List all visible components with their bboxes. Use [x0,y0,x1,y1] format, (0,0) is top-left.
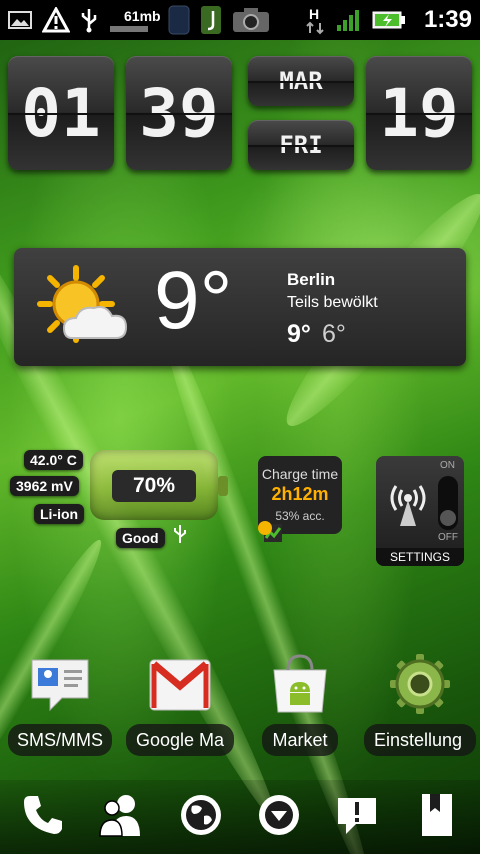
clock-weekday[interactable]: FRI [248,120,354,170]
messages-icon[interactable] [334,792,380,838]
status-bar[interactable]: 61mb H 1:39 [0,0,480,40]
phone-icon[interactable] [20,792,66,838]
sim-icon [168,5,190,35]
toggle-knob[interactable] [440,510,456,526]
clock-hour[interactable]: 01 [8,56,114,170]
memory-text: 61mb [124,8,161,24]
battery-percent: 70% [112,470,196,502]
app-icon [200,5,222,35]
camera-icon [232,5,270,35]
clock-month[interactable]: MAR [248,56,354,106]
toggle-on-label: ON [440,460,455,471]
toggle-switch[interactable] [438,476,458,530]
weather-high: 9° [287,320,311,348]
svg-text:H: H [309,6,319,22]
gallery-icon [8,5,32,35]
data-toggle-widget[interactable]: ON OFF SETTINGS [376,456,464,566]
dock [0,780,480,854]
partly-cloudy-icon [36,264,136,354]
network-h-icon: H [306,5,326,35]
weather-widget[interactable]: 9° Berlin Teils bewölkt 9° 6° [14,248,466,366]
wallpaper-blade [148,312,382,854]
market-icon[interactable] [268,652,332,716]
app-label-sms[interactable]: SMS/MMS [8,724,112,756]
status-time: 1:39 [423,6,472,33]
weather-condition: Teils bewölkt [287,294,378,311]
toggle-off-label: OFF [438,532,458,543]
clock-day[interactable]: 19 [366,56,472,170]
weather-temperature: 9° [154,255,233,346]
charge-time-label: Charge time [261,466,339,482]
clock-minute[interactable]: 39 [126,56,232,170]
gmail-icon[interactable] [148,652,212,716]
sms-icon[interactable] [28,652,92,716]
app-label-gmail[interactable]: Google Ma [126,724,234,756]
battery-health: Good [116,528,165,548]
battery-app-icon[interactable] [256,518,284,550]
bookmark-icon[interactable] [414,792,460,838]
charge-time-value: 2h12m [271,484,329,504]
antenna-icon [386,478,430,532]
contacts-icon[interactable] [98,792,144,838]
usb-icon [80,5,98,35]
usb-icon [172,524,188,548]
browser-icon[interactable] [178,792,224,838]
weather-low: 6° [322,320,346,348]
status-right: H 1:39 [306,5,472,35]
settings-gear-icon[interactable] [388,652,452,716]
app-drawer-icon[interactable] [256,792,302,838]
app-label-settings[interactable]: Einstellung [364,724,476,756]
weather-city: Berlin [287,270,336,289]
warning-icon [42,5,70,35]
battery-temperature: 42.0° C [24,450,83,470]
battery-type: Li-ion [34,504,85,524]
settings-button[interactable]: SETTINGS [376,548,464,566]
battery-voltage: 3962 mV [10,476,79,496]
battery-cap [218,476,228,496]
battery-charging-icon [372,5,406,35]
app-label-market[interactable]: Market [262,724,338,756]
signal-icon [336,5,362,35]
